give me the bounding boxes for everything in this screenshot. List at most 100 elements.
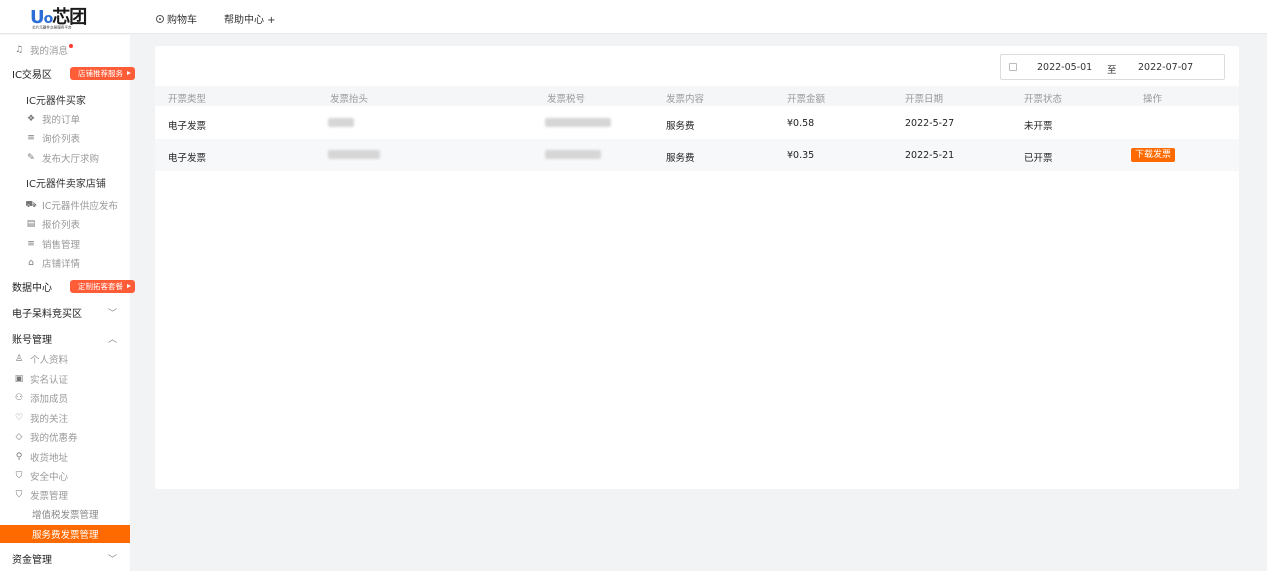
- sidebar-section-label: 资金管理: [12, 554, 52, 566]
- heart-icon: ♡: [14, 413, 24, 423]
- redacted-invoice-title: [328, 150, 380, 159]
- store-promo-badge[interactable]: 店铺推荐服务: [70, 67, 135, 80]
- date-range-picker[interactable]: 2022-05-01 至 2022-07-07: [1000, 54, 1225, 80]
- sidebar-item-messages[interactable]: ♫ 我的消息: [0, 41, 130, 59]
- end-date-input[interactable]: 2022-07-07: [1138, 62, 1193, 73]
- document-icon: ▤: [26, 219, 36, 229]
- sidebar-item-coupons[interactable]: ◇ 我的优惠券: [0, 428, 130, 446]
- sidebar-item-sales[interactable]: ≡ 销售管理: [0, 235, 130, 253]
- sidebar-item-address[interactable]: ⚲ 收货地址: [0, 448, 130, 466]
- sidebar-item-label: 我的优惠券: [30, 433, 78, 444]
- column-header: 开票金额: [787, 94, 826, 105]
- sidebar-item-label: IC元器件供应发布: [42, 201, 118, 212]
- top-bar: ᑌo芯团 芯片元器件交易服务平台 购物车 帮助中心 +: [0, 0, 1267, 34]
- sidebar-item-vat-invoice[interactable]: 增值税发票管理: [0, 505, 130, 523]
- redacted-invoice-title: [328, 118, 354, 127]
- sidebar-item-label: 我的关注: [30, 414, 69, 425]
- package-icon: ❖: [26, 114, 36, 124]
- range-separator: 至: [1107, 65, 1117, 76]
- chevron-down-icon: ﹀: [108, 308, 118, 319]
- shield-icon: ⛉: [15, 490, 23, 500]
- edit-icon: ✎: [27, 153, 35, 163]
- sidebar-item-label: 我的订单: [42, 115, 81, 126]
- cell-type: 电子发票: [168, 121, 207, 132]
- sidebar-item-label: 实名认证: [30, 375, 69, 386]
- site-logo[interactable]: ᑌo芯团 芯片元器件交易服务平台: [30, 3, 102, 31]
- sidebar-item-inquiry-list[interactable]: ≡ 询价列表: [0, 129, 130, 147]
- table-row: 电子发票 服务费 ¥0.58 2022-5-27 未开票: [155, 107, 1239, 139]
- sidebar-item-label: 发布大厅求购: [42, 154, 100, 165]
- cell-amount: ¥0.58: [787, 118, 815, 129]
- sidebar-item-store-detail[interactable]: ⌂ 店铺详情: [0, 254, 130, 272]
- sidebar-section-label: 数据中心: [12, 282, 52, 294]
- list-icon: ≡: [27, 133, 35, 143]
- column-header: 发票抬头: [330, 94, 369, 105]
- sidebar-item-profile[interactable]: ♙ 个人资料: [0, 350, 130, 368]
- help-center-link[interactable]: 帮助中心 +: [224, 11, 276, 26]
- redacted-tax-id: [545, 150, 601, 159]
- start-date-input[interactable]: 2022-05-01: [1037, 62, 1092, 73]
- sidebar-section-account[interactable]: 账号管理 ︿: [0, 329, 130, 347]
- cell-content: 服务费: [666, 153, 695, 164]
- column-header: 操作: [1143, 94, 1163, 105]
- team-icon: ⚇: [14, 393, 24, 403]
- user-icon: ♙: [14, 354, 24, 364]
- calendar-icon: [1009, 63, 1017, 71]
- sidebar-group-label: IC元器件买家: [26, 95, 86, 107]
- sidebar-item-label: 添加成员: [30, 394, 69, 405]
- invoice-panel: 2022-05-01 至 2022-07-07 开票类型 发票抬头 发票税号 发…: [155, 46, 1239, 489]
- sidebar-item-supply-post[interactable]: ⛟ IC元器件供应发布: [0, 196, 130, 214]
- column-header: 开票日期: [905, 94, 944, 105]
- bell-icon: ♫: [14, 45, 24, 55]
- cell-amount: ¥0.35: [787, 150, 815, 161]
- table-header: 开票类型 发票抬头 发票税号 发票内容 开票金额 开票日期 开票状态 操作: [155, 86, 1239, 106]
- sidebar-item-quote-list[interactable]: ▤ 报价列表: [0, 215, 130, 233]
- tag-icon: ◇: [15, 432, 23, 442]
- cell-type: 电子发票: [168, 153, 207, 164]
- download-invoice-button[interactable]: 下载发票: [1131, 148, 1176, 162]
- sidebar-item-label: 增值税发票管理: [32, 510, 99, 521]
- sidebar-item-my-orders[interactable]: ❖ 我的订单: [0, 110, 130, 128]
- cell-status: 未开票: [1024, 121, 1053, 132]
- shield-icon: ⛉: [15, 471, 23, 481]
- sidebar-item-service-fee-invoice[interactable]: 服务费发票管理: [0, 525, 130, 543]
- sidebar-item-label: 个人资料: [30, 355, 69, 366]
- logo-subtitle: 芯片元器件交易服务平台: [32, 25, 72, 30]
- unread-dot: [69, 44, 74, 48]
- truck-icon: ⛟: [25, 199, 37, 210]
- cell-date: 2022-5-27: [905, 118, 955, 129]
- sidebar-group-buyer[interactable]: IC元器件买家: [0, 90, 130, 108]
- sidebar-section-e-bidding[interactable]: 电子呆料竞买区 ﹀: [0, 303, 130, 321]
- column-header: 发票税号: [547, 94, 586, 105]
- column-header: 发票内容: [666, 94, 705, 105]
- sidebar-section-label: 账号管理: [12, 334, 52, 346]
- column-header: 开票类型: [168, 94, 207, 105]
- sidebar-group-label: IC元器件卖家店铺: [26, 178, 106, 190]
- location-icon: ⚲: [15, 452, 23, 462]
- sidebar-section-funds[interactable]: 资金管理 ﹀: [0, 549, 130, 567]
- sidebar-item-label: 报价列表: [42, 220, 81, 231]
- sidebar-item-label: 销售管理: [42, 240, 81, 251]
- cart-link[interactable]: 购物车: [156, 11, 197, 26]
- cell-status: 已开票: [1024, 153, 1053, 164]
- sidebar-group-seller[interactable]: IC元器件卖家店铺: [0, 173, 130, 191]
- sidebar-item-label: 我的消息: [30, 46, 69, 57]
- store-icon: ⌂: [28, 258, 34, 268]
- sidebar: ♫ 我的消息 IC交易区 店铺推荐服务 IC元器件买家 ❖ 我的订单 ≡ 询价列表 …: [0, 35, 135, 571]
- sidebar-item-label: 询价列表: [42, 134, 81, 145]
- redacted-tax-id: [545, 118, 611, 127]
- table-row: 电子发票 服务费 ¥0.35 2022-5-21 已开票 下载发票: [155, 139, 1239, 171]
- sidebar-item-invoice-management[interactable]: ⛉ 发票管理: [0, 486, 130, 504]
- list-icon: ≡: [27, 239, 35, 249]
- sidebar-item-verification[interactable]: ▣ 实名认证: [0, 370, 130, 388]
- sidebar-item-post-request[interactable]: ✎ 发布大厅求购: [0, 149, 130, 167]
- sidebar-item-security[interactable]: ⛉ 安全中心: [0, 467, 130, 485]
- sidebar-item-add-member[interactable]: ⚇ 添加成员: [0, 389, 130, 407]
- cart-icon: [156, 14, 164, 23]
- custom-package-promo-badge[interactable]: 定制拓客套餐: [70, 280, 135, 293]
- id-card-icon: ▣: [14, 374, 24, 384]
- sidebar-item-label: 安全中心: [30, 472, 69, 483]
- chevron-down-icon: ﹀: [108, 554, 118, 565]
- sidebar-item-label: 店铺详情: [42, 259, 81, 270]
- sidebar-item-following[interactable]: ♡ 我的关注: [0, 409, 130, 427]
